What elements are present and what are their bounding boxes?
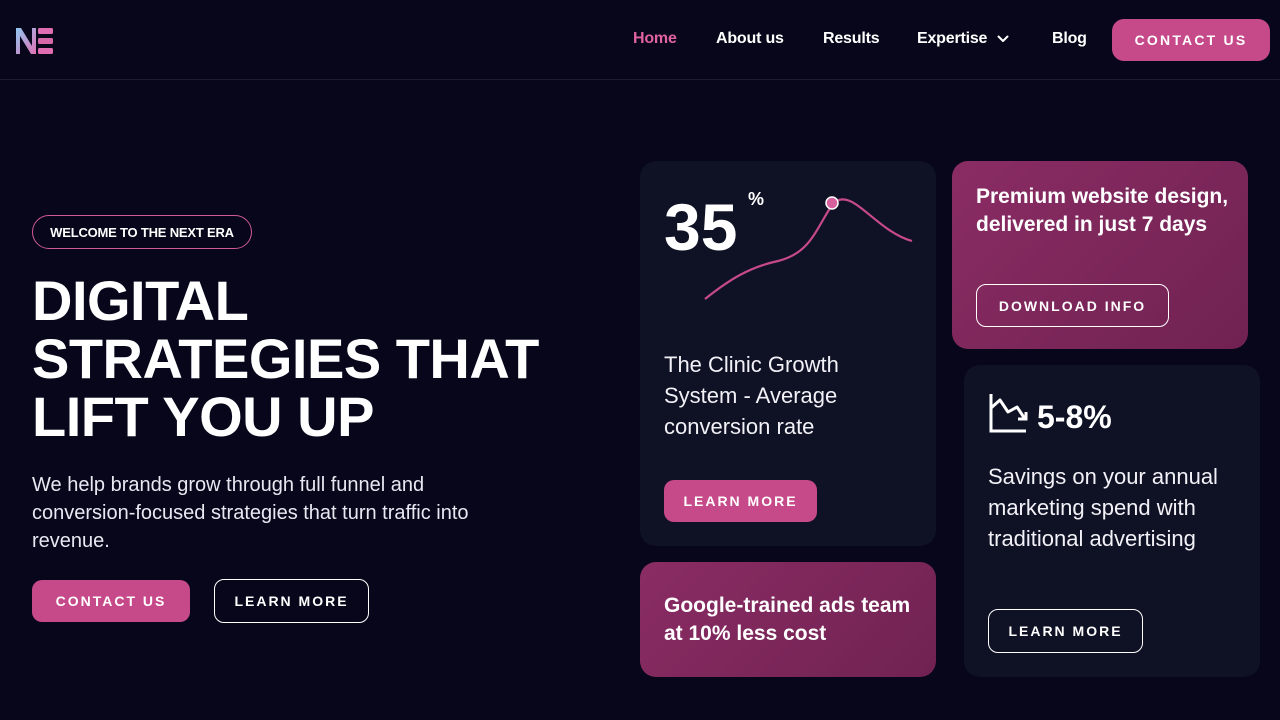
nav-results[interactable]: Results [823,30,880,48]
hero-contact-button[interactable]: CONTACT US [32,580,190,622]
hero-description: We help brands grow through full funnel … [32,474,469,552]
header-contact-button[interactable]: CONTACT US [1112,19,1270,61]
chevron-down-icon [997,30,1009,48]
website-card: Premium website design, delivered in jus… [952,161,1248,349]
nav-expertise[interactable]: Expertise [917,30,1009,48]
hero-title-line: DIGITAL [32,269,249,332]
hero-title: DIGITAL STRATEGIES THAT LIFT YOU UP [32,272,592,446]
nav-about-us[interactable]: About us [716,30,784,48]
hero-badge: WELCOME TO THE NEXT ERA [32,215,252,249]
ads-card: Google-trained ads team at 10% less cost [640,562,936,677]
hero-title-line: STRATEGIES THAT [32,327,539,390]
savings-value: 5-8% [1037,399,1112,435]
savings-learn-more-button[interactable]: LEARN MORE [988,609,1143,653]
conversion-text: The Clinic Growth System - Average conve… [664,352,839,439]
conversion-card: 35 % The Clinic Growth System - Average … [640,161,936,546]
site-header: Home About us Results Expertise Blog CON… [0,0,1280,80]
main-nav: Home About us Results Expertise Blog CON… [0,0,1280,80]
chart-down-icon [988,392,1028,439]
ads-text: Google-trained ads team at 10% less cost [664,594,911,645]
nav-home[interactable]: Home [633,30,677,48]
download-info-button[interactable]: DOWNLOAD INFO [976,284,1169,327]
hero-title-line: LIFT YOU UP [32,385,374,448]
nav-blog[interactable]: Blog [1052,30,1087,48]
nav-expertise-label: Expertise [917,30,988,48]
hero-learn-more-button[interactable]: LEARN MORE [214,579,369,623]
website-text: Premium website design, delivered in jus… [976,185,1229,236]
trend-line-icon [704,196,913,300]
conversion-learn-more-button[interactable]: LEARN MORE [664,480,817,522]
savings-text: Savings on your annual marketing spend w… [988,464,1218,551]
savings-card: 5-8% Savings on your annual marketing sp… [964,365,1260,677]
